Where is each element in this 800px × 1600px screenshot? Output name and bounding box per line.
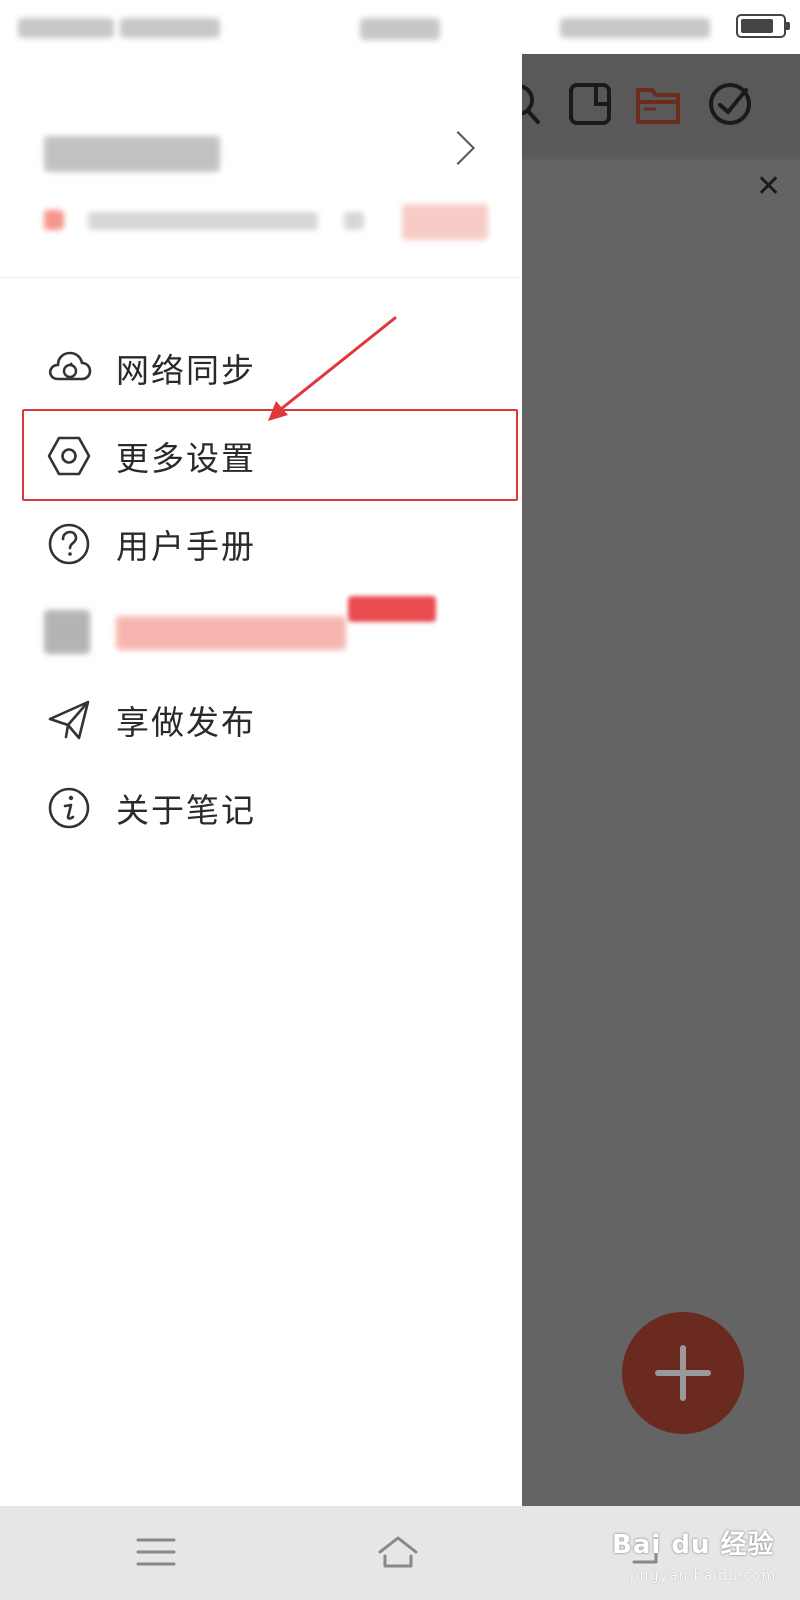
close-icon[interactable]: ✕ — [756, 172, 781, 202]
info-circle-icon — [48, 787, 90, 829]
status-bar — [0, 0, 800, 54]
account-badge[interactable] — [402, 204, 488, 240]
notebook-icon[interactable] — [566, 80, 614, 128]
menu-item-about[interactable]: 关于笔记 — [0, 764, 522, 852]
home-icon[interactable] — [376, 1532, 420, 1572]
menu-label: 享做发布 — [116, 703, 256, 742]
send-icon — [48, 700, 90, 740]
clock — [360, 18, 440, 40]
status-dot — [44, 210, 64, 230]
account-subtitle — [88, 212, 318, 230]
navigation-drawer: 网络同步 更多设置 用户手册 享做发布 关于笔记 — [0, 54, 522, 1506]
menu-item-store[interactable] — [0, 588, 522, 676]
account-header[interactable] — [0, 54, 522, 278]
cloud-sync-icon — [48, 351, 92, 381]
store-label-blurred — [116, 616, 346, 650]
account-arrow — [344, 212, 364, 230]
chevron-right-icon[interactable] — [441, 131, 475, 165]
carrier-indicator — [120, 18, 220, 38]
menu-label: 用户手册 — [116, 527, 256, 566]
store-icon — [44, 610, 90, 654]
system-nav-bar: Bai du 经验 jingyan.baidu.com — [0, 1506, 800, 1600]
watermark-site: jingyan.baidu.com — [630, 1568, 777, 1584]
annotation-arrow-icon — [268, 316, 397, 421]
folder-icon[interactable] — [634, 80, 682, 128]
menu-lines-icon[interactable] — [134, 1532, 178, 1572]
status-icons — [560, 18, 710, 38]
menu-label: 关于笔记 — [116, 791, 256, 830]
question-circle-icon — [48, 523, 90, 565]
signal-indicator — [18, 18, 114, 38]
battery-icon — [736, 14, 790, 38]
menu-item-publish[interactable]: 享做发布 — [0, 676, 522, 764]
screen: ✕ 网络同步 更多设置 用户手册 享做发布 关于笔记 Bai du 经验 jin… — [0, 0, 800, 1600]
check-circle-icon[interactable] — [706, 80, 754, 128]
watermark-brand: Bai du 经验 — [612, 1530, 775, 1560]
new-badge — [348, 596, 436, 622]
menu-label: 网络同步 — [116, 351, 256, 390]
account-name — [44, 136, 220, 172]
menu-item-user-manual[interactable]: 用户手册 — [0, 500, 522, 588]
add-note-button[interactable] — [622, 1312, 744, 1434]
